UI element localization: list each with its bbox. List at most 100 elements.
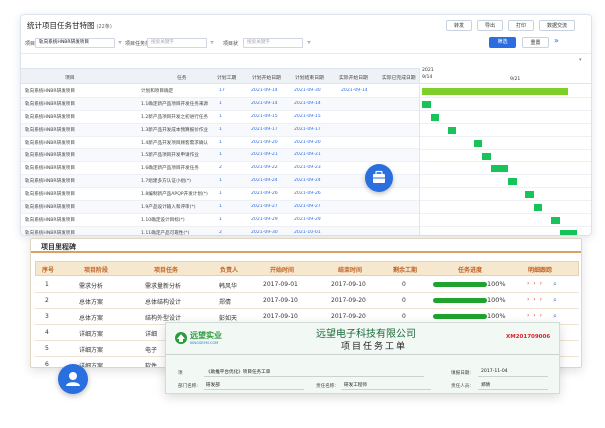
col-end: 结束时间 bbox=[338, 267, 363, 274]
milestone-cell-stage: 总体方案 bbox=[79, 299, 104, 306]
cell-plan-end: 2021-09-24 bbox=[294, 178, 321, 184]
col-plan-end: 计划结束日期 bbox=[295, 76, 324, 81]
reset-button[interactable]: 重置 bbox=[522, 37, 549, 48]
data-exchange-button[interactable]: 数据交流 bbox=[539, 20, 576, 31]
work-order-title: 项目任务工单 bbox=[341, 342, 408, 352]
table-row[interactable]: 轨向系统HNBR研发项目 1.10确定设计目标(*) 1 2021-09-29 2021… bbox=[21, 214, 419, 227]
cell-plan-end: 2021-10-01 bbox=[294, 229, 321, 235]
grid-line bbox=[420, 96, 591, 98]
col-days: 计划工期 bbox=[217, 76, 237, 81]
export-button[interactable]: 导出 bbox=[477, 20, 504, 31]
grid-line bbox=[420, 187, 591, 189]
cell-days: 1 bbox=[219, 126, 222, 132]
progress-fill bbox=[433, 298, 487, 303]
col-progress: 任务进度 bbox=[458, 267, 483, 274]
divider bbox=[166, 354, 559, 355]
table-row[interactable]: 轨向系统HNBR研发项目 1.1确定新产品项目开发任务来源 1 2021-09-14 2… bbox=[21, 97, 419, 111]
milestone-cell-stage: 需求分析 bbox=[79, 283, 104, 290]
cell-plan-start: 2021-09-27 bbox=[251, 204, 278, 210]
detail-track-icon[interactable]: ⌕ bbox=[553, 280, 560, 288]
gantt-bar[interactable] bbox=[508, 178, 517, 186]
grid-line bbox=[420, 225, 591, 227]
table-row[interactable]: 轨向系统HNBR研发项目 1.11确定产品可靠性(*) 2 2021-09-30 202… bbox=[21, 226, 419, 235]
gantt-header: 统计项目任务甘特图 (22条) 转发 导出 打印 数据交流 bbox=[21, 15, 591, 35]
user-icon[interactable] bbox=[58, 364, 88, 394]
milestone-cell-task: 需求量新分析 bbox=[145, 283, 182, 290]
date-value: 2017-11-04 bbox=[481, 369, 508, 374]
cell-project: 轨向系统HNBR研发项目 bbox=[25, 101, 75, 107]
briefcase-icon[interactable] bbox=[365, 164, 393, 192]
cell-days: 1 bbox=[219, 139, 222, 145]
gantt-bar[interactable] bbox=[422, 100, 431, 108]
col-task: 项目任务 bbox=[154, 267, 179, 274]
table-row[interactable]: 轨向系统HNBR研发项目 1.3新产品开发成本预算报价作业 1 2021-09-17 2… bbox=[21, 123, 419, 137]
work-order-code: XM201709006 bbox=[506, 334, 551, 340]
milestone-cell-remain: 0 bbox=[402, 313, 406, 320]
milestone-cell-start: 2017-09-01 bbox=[263, 281, 298, 288]
search-button[interactable]: 筛选 bbox=[489, 37, 516, 48]
role-value: 研发工程师 bbox=[344, 383, 367, 388]
cell-plan-start: 2021-09-29 bbox=[251, 216, 278, 222]
col-start: 开始时间 bbox=[270, 267, 295, 274]
milestone-cell-no: 6 bbox=[45, 361, 49, 368]
logo-url: KINGSEEM.COM bbox=[190, 341, 219, 345]
table-row[interactable]: 轨向系统HNBR研发项目 1.4新产品开发项目顾客需求确认 1 2021-09-20 2… bbox=[21, 137, 419, 150]
filter-type-input[interactable]: 搜索关键字 bbox=[147, 38, 207, 48]
expand-icon[interactable]: » bbox=[554, 36, 559, 45]
table-row[interactable]: 轨向系统HNBR研发项目 计划和项目确定 17 2021-09-14 2021-09-3… bbox=[21, 85, 419, 98]
cell-plan-end: 2021-09-20 bbox=[294, 139, 321, 145]
cell-project: 轨向系统HNBR研发项目 bbox=[25, 166, 75, 172]
cell-project: 轨向系统HNBR研发项目 bbox=[25, 217, 75, 223]
filter-status-input[interactable]: 搜索关键字 bbox=[243, 38, 303, 48]
logo-name: 远望实业 bbox=[190, 330, 222, 340]
table-row[interactable]: 轨向系统HNBR研发项目 1.5新产品项目开发申请作业 1 2021-09-21 202… bbox=[21, 149, 419, 163]
item-value: 《助推平台优化》项目任务工单 bbox=[206, 370, 271, 375]
gantt-bar[interactable] bbox=[473, 139, 483, 147]
milestone-cell-task: 总体结构设计 bbox=[145, 299, 182, 306]
field-underline bbox=[478, 376, 548, 377]
filter-icon[interactable]: ▿ bbox=[208, 38, 216, 48]
gantt-bar[interactable] bbox=[533, 204, 543, 212]
filter-project-input[interactable]: 轨向系统HNBR研发项目 bbox=[35, 38, 115, 48]
progress-fill bbox=[433, 314, 487, 319]
col-actual-end: 实际已完成日期 bbox=[382, 76, 416, 81]
table-row[interactable]: 轨向系统HNBR研发项目 1.8编制新产品APQP开发计划(*) 1 2021-09-… bbox=[21, 188, 419, 202]
milestone-cell-no: 5 bbox=[45, 345, 49, 352]
milestone-table-header: 序号 项目阶段 项目任务 负责人 开始时间 结束时间 剩余工期 任务进度 明细跟… bbox=[35, 261, 579, 276]
person-value: 郑倩 bbox=[481, 383, 491, 388]
cell-days: 1 bbox=[219, 191, 222, 197]
field-underline bbox=[204, 376, 424, 377]
cell-plan-end: 2021-09-26 bbox=[294, 191, 321, 197]
gantt-bar[interactable] bbox=[525, 191, 534, 199]
gantt-bar[interactable] bbox=[482, 152, 491, 160]
gantt-bar[interactable] bbox=[559, 229, 577, 235]
forward-button[interactable]: 转发 bbox=[446, 20, 473, 31]
detail-track-icon[interactable]: ⌕ bbox=[553, 312, 560, 320]
col-remain: 剩余工期 bbox=[393, 267, 418, 274]
gantt-bar[interactable] bbox=[430, 113, 440, 121]
dept-label: 部门名称: bbox=[178, 384, 198, 389]
milestone-row[interactable]: 2 总体方案 总体结构设计 郑倩 2017-09-10 2017-09-20 0 100% › … bbox=[35, 293, 579, 309]
cell-project: 轨向系统HNBR研发项目 bbox=[25, 127, 75, 133]
filter-icon[interactable]: ▿ bbox=[116, 38, 124, 48]
milestone-cell-stage: 详细方案 bbox=[79, 347, 104, 354]
track-arrows-icon: › › › bbox=[527, 280, 544, 287]
grid-line bbox=[420, 161, 591, 163]
gantt-bar[interactable] bbox=[551, 217, 560, 224]
chevron-down-icon[interactable]: ▾ bbox=[579, 57, 587, 63]
milestone-cell-end: 2017-09-20 bbox=[331, 313, 366, 320]
gantt-bar[interactable] bbox=[490, 165, 508, 173]
role-label: 责任名称: bbox=[316, 384, 336, 389]
milestone-cell-remain: 0 bbox=[402, 297, 406, 304]
table-row[interactable]: 轨向系统HNBR研发项目 1.7组建多方认证小组(*) 1 2021-09-24 202… bbox=[21, 175, 419, 189]
filter-icon[interactable]: ▿ bbox=[305, 38, 313, 48]
table-row[interactable]: 轨向系统HNBR研发项目 1.2新产品项目开发之初进行任务 1 2021-09-15 2… bbox=[21, 111, 419, 124]
gantt-bar[interactable] bbox=[422, 88, 569, 95]
table-row[interactable]: 轨向系统HNBR研发项目 1.6确定新产品项目开发任务 2 2021-09-22 202… bbox=[21, 162, 419, 176]
print-button[interactable]: 打印 bbox=[508, 20, 535, 31]
detail-track-icon[interactable]: ⌕ bbox=[553, 296, 560, 304]
gantt-bar[interactable] bbox=[447, 126, 457, 134]
table-row[interactable]: 轨向系统HNBR研发项目 1.9产品设计输入和评审(*) 1 2021-09-27 20… bbox=[21, 201, 419, 214]
milestone-row[interactable]: 1 需求分析 需求量新分析 韩风华 2017-09-01 2017-09-10 0 100% ›… bbox=[35, 277, 579, 293]
grid-line bbox=[420, 174, 591, 176]
